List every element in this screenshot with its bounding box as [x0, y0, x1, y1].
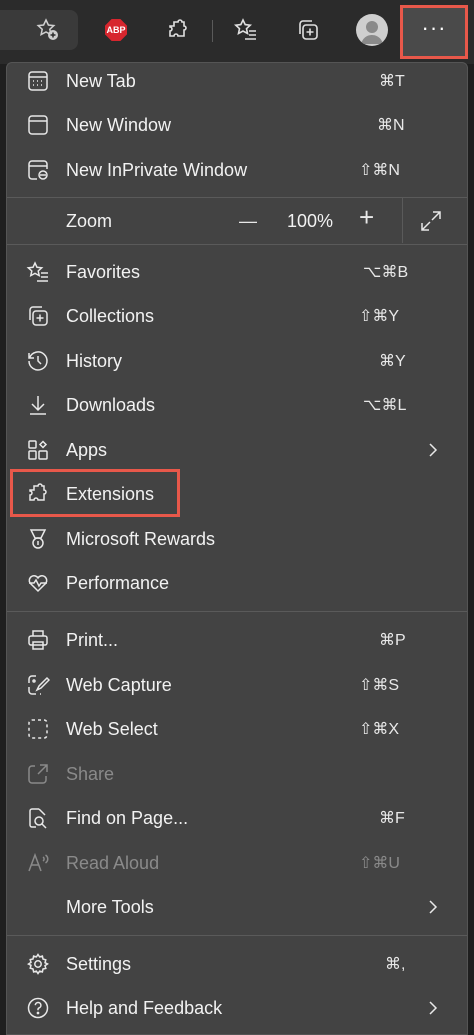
collections-icon: [25, 303, 51, 329]
menu-item-zoom: Zoom — 100% +: [7, 198, 467, 244]
extensions-puzzle-icon[interactable]: [160, 12, 196, 48]
menu-item-history[interactable]: History ⌘Y: [7, 339, 467, 383]
add-favorite-star-icon[interactable]: [30, 12, 66, 48]
extensions-highlight-box: [10, 469, 180, 517]
toolbar-separator: [212, 20, 213, 42]
abp-adblock-icon[interactable]: ABP: [98, 12, 134, 48]
apps-grid-icon: [25, 437, 51, 463]
menu-item-settings[interactable]: Settings ⌘,: [7, 942, 467, 986]
menu-item-apps[interactable]: Apps: [7, 428, 467, 472]
menu-item-new-window[interactable]: New Window ⌘N: [7, 103, 467, 147]
favorites-icon[interactable]: [228, 12, 264, 48]
read-aloud-icon: [25, 850, 51, 876]
menu-item-microsoft-rewards[interactable]: Microsoft Rewards: [7, 517, 467, 561]
help-question-icon: [25, 995, 51, 1021]
menu-divider: [7, 244, 467, 245]
favorites-icon: [25, 259, 51, 285]
more-menu-icon: ···: [421, 15, 447, 40]
menu-divider: [7, 935, 467, 936]
rewards-medal-icon: [25, 526, 51, 552]
chevron-right-icon: [425, 899, 441, 915]
menu-item-web-select[interactable]: Web Select ⇧⌘X: [7, 707, 467, 751]
menu-item-new-tab[interactable]: New Tab ⌘T: [7, 59, 467, 103]
chevron-right-icon: [425, 1000, 441, 1016]
menu-item-find-on-page[interactable]: Find on Page... ⌘F: [7, 796, 467, 840]
browser-toolbar: ABP ···: [0, 0, 474, 64]
menu-item-share: Share: [7, 752, 467, 796]
history-clock-icon: [25, 348, 51, 374]
menu-item-help-and-feedback[interactable]: Help and Feedback: [7, 986, 467, 1030]
menu-item-downloads[interactable]: Downloads ⌥⌘L: [7, 383, 467, 427]
share-icon: [25, 761, 51, 787]
inprivate-window-icon: [25, 157, 51, 183]
menu-item-print[interactable]: Print... ⌘P: [7, 618, 467, 662]
printer-icon: [25, 627, 51, 653]
collections-icon[interactable]: [290, 12, 326, 48]
settings-and-more-button[interactable]: ···: [400, 5, 468, 59]
menu-item-new-inprivate-window[interactable]: New InPrivate Window ⇧⌘N: [7, 148, 467, 192]
menu-item-collections[interactable]: Collections ⇧⌘Y: [7, 294, 467, 338]
find-page-search-icon: [25, 805, 51, 831]
web-select-icon: [25, 716, 51, 742]
menu-item-favorites[interactable]: Favorites ⌥⌘B: [7, 250, 467, 294]
zoom-separator: [402, 197, 403, 243]
zoom-in-button[interactable]: +: [359, 202, 374, 233]
settings-and-more-menu: New Tab ⌘T New Window ⌘N New InPrivate W…: [6, 62, 468, 1035]
fullscreen-expand-icon[interactable]: [419, 209, 443, 233]
zoom-out-button[interactable]: —: [239, 211, 257, 232]
menu-item-performance[interactable]: Performance: [7, 561, 467, 605]
new-window-icon: [25, 112, 51, 138]
menu-item-more-tools[interactable]: More Tools: [7, 885, 467, 929]
new-tab-icon: [25, 68, 51, 94]
menu-item-read-aloud: Read Aloud ⇧⌘U: [7, 841, 467, 885]
chevron-right-icon: [425, 442, 441, 458]
web-capture-icon: [25, 672, 51, 698]
performance-heart-pulse-icon: [25, 570, 51, 596]
menu-divider: [7, 611, 467, 612]
gear-icon: [25, 951, 51, 977]
profile-avatar-icon[interactable]: [354, 12, 390, 48]
zoom-level-value: 100%: [287, 210, 334, 231]
menu-item-web-capture[interactable]: Web Capture ⇧⌘S: [7, 663, 467, 707]
download-arrow-icon: [25, 392, 51, 418]
